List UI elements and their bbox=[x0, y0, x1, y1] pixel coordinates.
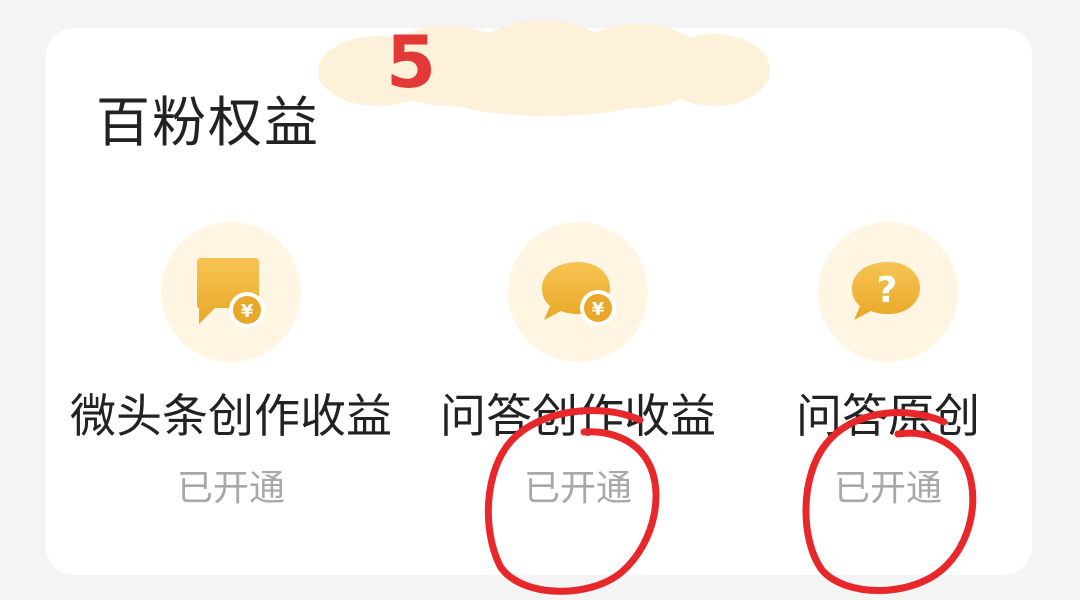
benefit-item-qa-original[interactable]: ? 问答原创 已开通 bbox=[708, 222, 1068, 514]
section-title: 百粉权益 bbox=[96, 91, 320, 154]
benefit-icon-circle: ¥ bbox=[161, 222, 301, 362]
benefit-item-weitoutiao[interactable]: ¥ 微头条创作收益 已开通 bbox=[51, 222, 411, 514]
bubble-coin-icon: ¥ bbox=[542, 262, 616, 326]
comment-coin-icon: ¥ bbox=[197, 258, 265, 328]
benefit-icon-circle: ? bbox=[818, 222, 958, 362]
svg-text:¥: ¥ bbox=[592, 299, 605, 320]
question-bubble-icon: ? bbox=[852, 262, 920, 320]
benefit-name: 问答原创 bbox=[796, 389, 980, 443]
benefit-item-qa-income[interactable]: ¥ 问答创作收益 已开通 bbox=[398, 222, 758, 514]
benefit-icon-circle: ¥ bbox=[508, 222, 648, 362]
benefit-status: 已开通 bbox=[523, 468, 632, 509]
annotation-number: 5 bbox=[386, 20, 437, 104]
benefit-status: 已开通 bbox=[176, 468, 285, 509]
svg-text:?: ? bbox=[877, 270, 898, 311]
benefit-name: 问答创作收益 bbox=[440, 389, 716, 443]
svg-text:¥: ¥ bbox=[241, 301, 254, 322]
benefit-status: 已开通 bbox=[833, 468, 942, 509]
benefit-name: 微头条创作收益 bbox=[70, 389, 392, 443]
